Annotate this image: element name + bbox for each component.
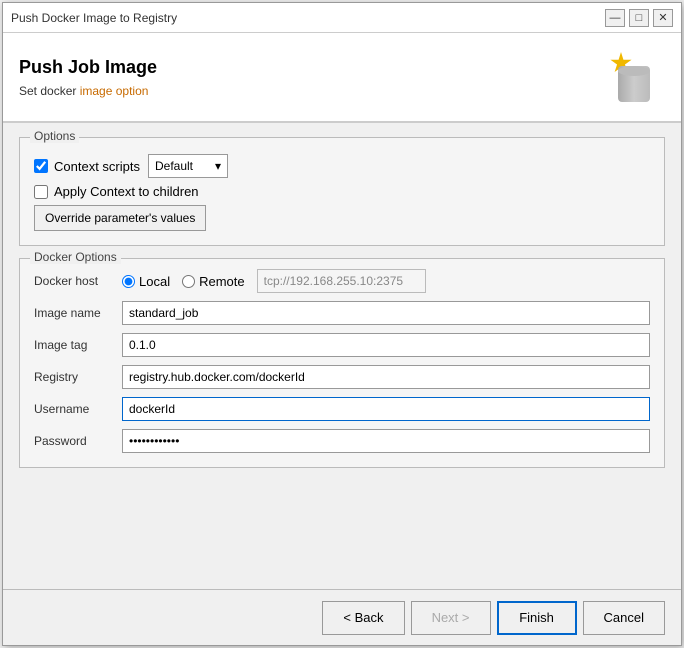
title-bar-buttons: — □ ✕ [605, 9, 673, 27]
docker-options-section: Docker Options Docker host Local Remote [19, 258, 665, 468]
password-label: Password [34, 434, 114, 448]
dialog-title: Push Docker Image to Registry [11, 11, 177, 25]
remote-radio[interactable] [182, 275, 195, 288]
image-name-row: Image name [34, 301, 650, 325]
image-option-link[interactable]: image option [80, 84, 149, 98]
docker-host-radio-group: Local Remote [122, 269, 426, 293]
password-row: Password [34, 429, 650, 453]
image-tag-label: Image tag [34, 338, 114, 352]
context-scripts-checkbox[interactable] [34, 159, 48, 173]
apply-context-row: Apply Context to children [34, 184, 650, 199]
context-scripts-row: Context scripts Default ▾ [34, 154, 650, 178]
context-scripts-label: Context scripts [54, 159, 140, 174]
local-label: Local [139, 274, 170, 289]
options-section-label: Options [30, 129, 79, 143]
docker-options-form: Docker host Local Remote [34, 269, 650, 453]
image-tag-row: Image tag [34, 333, 650, 357]
username-input[interactable] [122, 397, 650, 421]
apply-context-checkbox-container: Apply Context to children [34, 184, 199, 199]
remote-input[interactable] [257, 269, 426, 293]
options-grid: Context scripts Default ▾ Apply Context … [34, 154, 650, 231]
header-text: Push Job Image Set docker image option [19, 57, 157, 98]
password-input[interactable] [122, 429, 650, 453]
main-content: Options Context scripts Default ▾ App [3, 123, 681, 589]
header-icon [605, 47, 665, 107]
dropdown-arrow: ▾ [215, 159, 221, 173]
apply-context-checkbox[interactable] [34, 185, 48, 199]
dropdown-label: Default [155, 159, 193, 173]
minimize-button[interactable]: — [605, 9, 625, 27]
override-btn-row: Override parameter's values [34, 205, 650, 231]
image-name-label: Image name [34, 306, 114, 320]
remote-radio-label[interactable]: Remote [182, 274, 245, 289]
local-radio[interactable] [122, 275, 135, 288]
back-button[interactable]: < Back [322, 601, 404, 635]
database-icon [610, 52, 660, 102]
image-tag-input[interactable] [122, 333, 650, 357]
header-subtitle: Set docker image option [19, 84, 157, 98]
local-radio-label[interactable]: Local [122, 274, 170, 289]
maximize-button[interactable]: □ [629, 9, 649, 27]
username-row: Username [34, 397, 650, 421]
image-name-input[interactable] [122, 301, 650, 325]
username-label: Username [34, 402, 114, 416]
page-title: Push Job Image [19, 57, 157, 78]
docker-host-row: Docker host Local Remote [34, 269, 650, 293]
override-button[interactable]: Override parameter's values [34, 205, 206, 231]
registry-row: Registry [34, 365, 650, 389]
cylinder-top [618, 66, 650, 76]
docker-host-label: Docker host [34, 274, 114, 288]
cancel-button[interactable]: Cancel [583, 601, 665, 635]
registry-input[interactable] [122, 365, 650, 389]
default-dropdown[interactable]: Default ▾ [148, 154, 228, 178]
options-section: Options Context scripts Default ▾ App [19, 137, 665, 246]
remote-label: Remote [199, 274, 245, 289]
close-button[interactable]: ✕ [653, 9, 673, 27]
apply-context-label: Apply Context to children [54, 184, 199, 199]
header-section: Push Job Image Set docker image option [3, 33, 681, 123]
next-button[interactable]: Next > [411, 601, 491, 635]
title-bar: Push Docker Image to Registry — □ ✕ [3, 3, 681, 33]
footer: < Back Next > Finish Cancel [3, 589, 681, 645]
registry-label: Registry [34, 370, 114, 384]
context-scripts-checkbox-container: Context scripts [34, 159, 140, 174]
docker-options-label: Docker Options [30, 250, 121, 264]
dialog: Push Docker Image to Registry — □ ✕ Push… [2, 2, 682, 646]
finish-button[interactable]: Finish [497, 601, 577, 635]
